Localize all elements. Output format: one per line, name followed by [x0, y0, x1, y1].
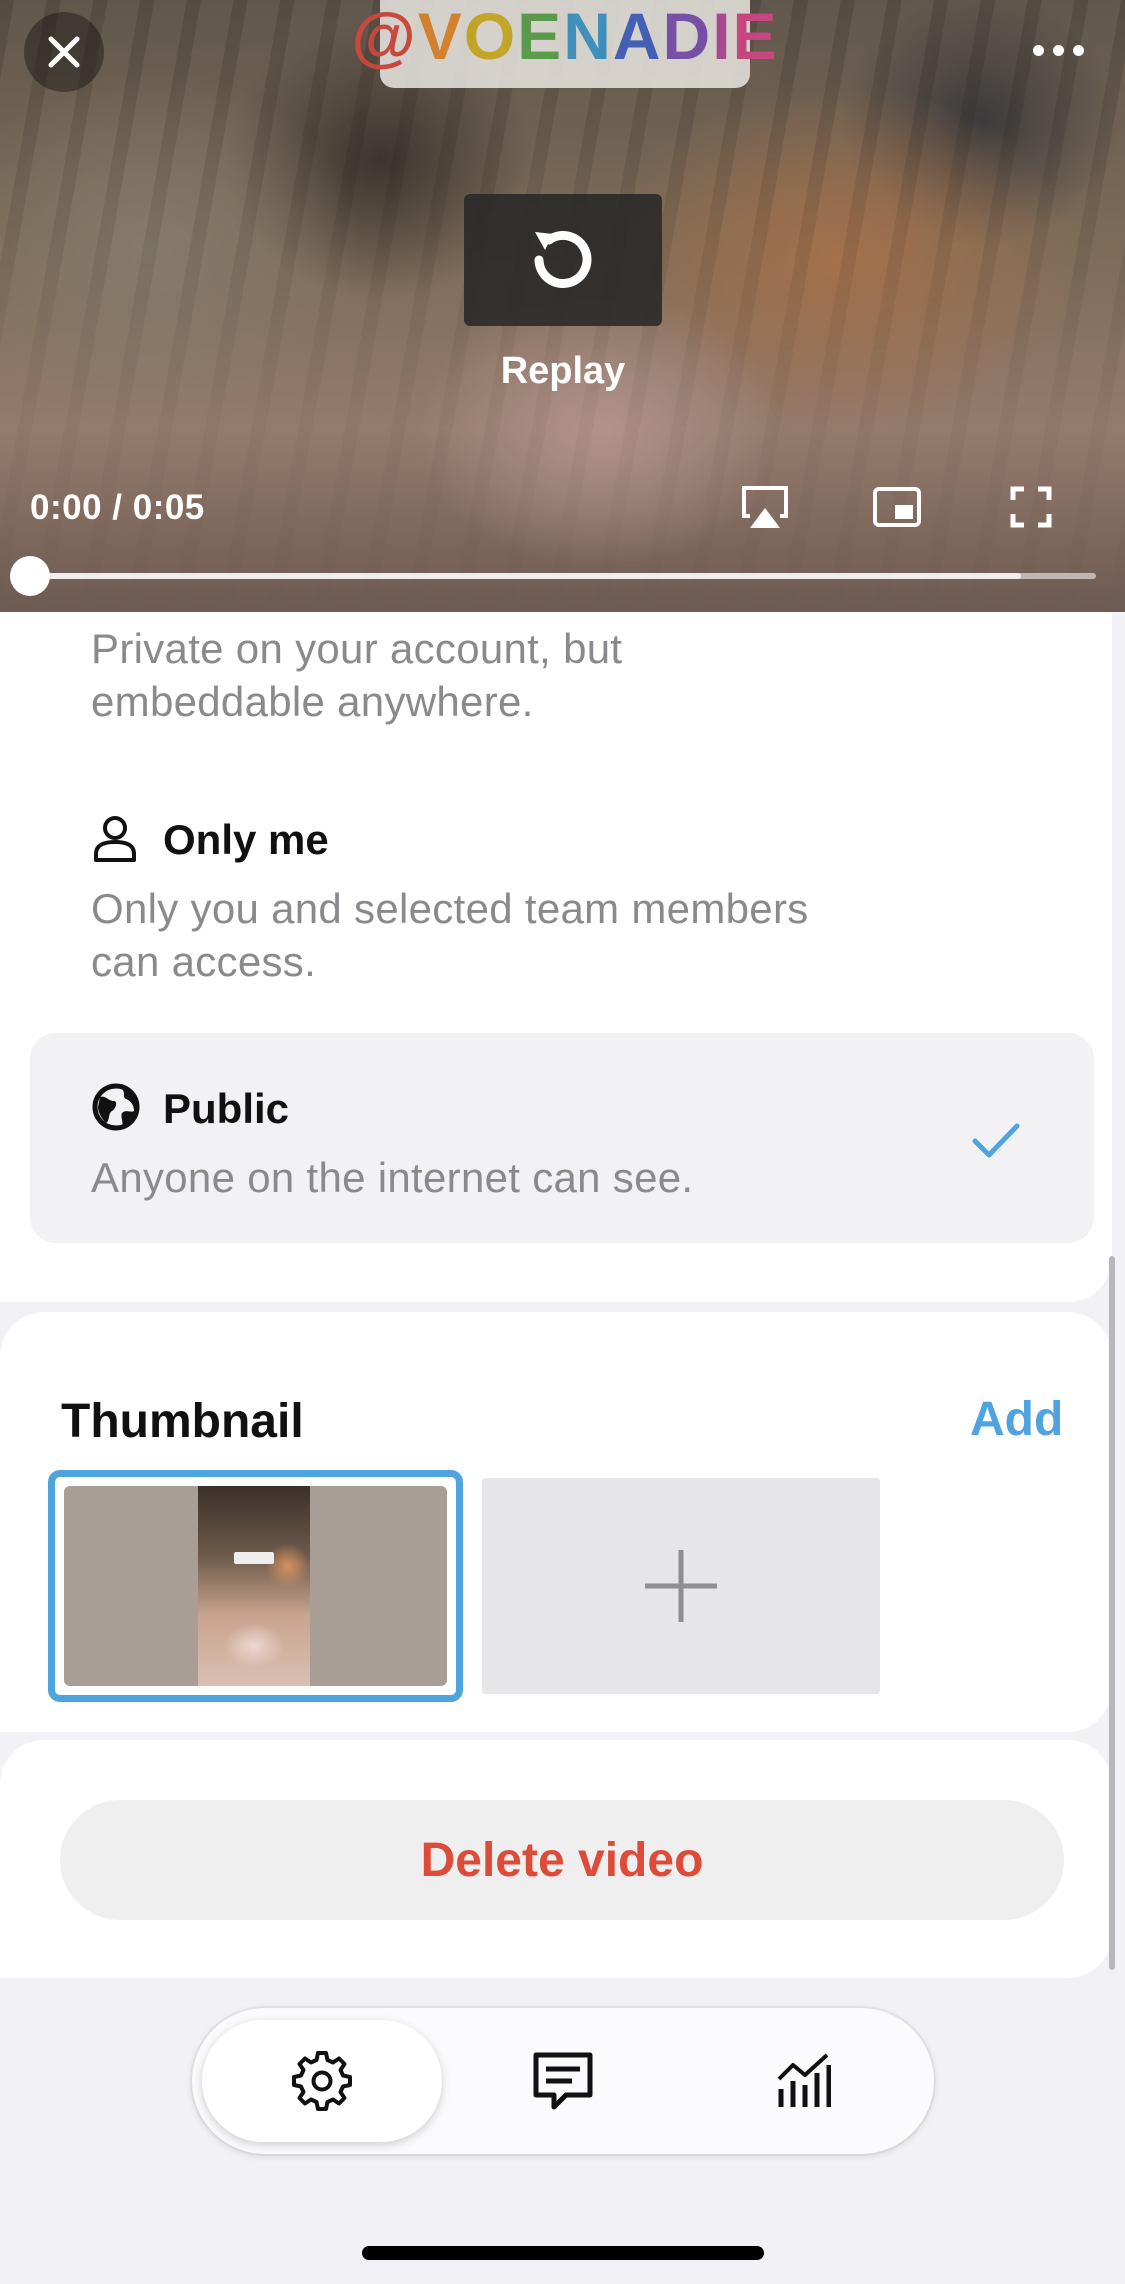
- sticker-letter: D: [662, 0, 713, 73]
- progress-bar[interactable]: [30, 573, 1096, 579]
- replay-label[interactable]: Replay: [420, 350, 706, 393]
- video-player[interactable]: @ V O E N A D I E Replay 0:00 / 0:05: [0, 0, 1125, 612]
- privacy-option-description: Anyone on the internet can see.: [91, 1154, 694, 1201]
- playback-time: 0:00 / 0:05: [30, 488, 205, 527]
- privacy-option-description: Private on your account, but embeddable …: [91, 622, 911, 728]
- checkmark-icon: [972, 1123, 1020, 1158]
- globe-icon: [92, 1083, 140, 1131]
- more-icon-dot: [1032, 44, 1044, 56]
- close-button[interactable]: [24, 12, 104, 92]
- close-icon: [48, 36, 80, 68]
- airplay-icon: [742, 486, 788, 528]
- sticker-letter: V: [417, 0, 464, 73]
- buffered-progress: [30, 573, 1021, 579]
- sticker-letter: I: [712, 0, 733, 73]
- more-icon-dot: [1052, 44, 1064, 56]
- privacy-settings-card: Private on your account, but embeddable …: [0, 612, 1112, 1302]
- airplay-button[interactable]: [730, 476, 800, 538]
- description-line: embeddable anywhere.: [91, 678, 534, 725]
- sticker-letter: E: [732, 0, 779, 73]
- tab-analytics[interactable]: [683, 2020, 923, 2142]
- add-thumbnail-link[interactable]: Add: [970, 1392, 1063, 1447]
- video-sticker: @ V O E N A D I E: [351, 0, 777, 88]
- description-line: can access.: [91, 938, 317, 985]
- picture-in-picture-icon: [873, 487, 921, 527]
- replay-button[interactable]: [464, 194, 662, 326]
- plus-icon: [645, 1550, 717, 1622]
- person-icon: [94, 816, 136, 862]
- comment-icon: [533, 2052, 593, 2110]
- progress-scrubber[interactable]: [10, 556, 50, 596]
- thumbnail-sticker: [234, 1552, 274, 1564]
- sticker-letter: A: [612, 0, 663, 73]
- bottom-tab-bar: [192, 2008, 934, 2154]
- more-icon-dot: [1072, 44, 1084, 56]
- picture-in-picture-button[interactable]: [862, 476, 932, 538]
- scrollbar[interactable]: [1109, 1256, 1115, 1970]
- thumbnail-section-title: Thumbnail: [61, 1395, 304, 1448]
- more-options-button[interactable]: [1018, 22, 1098, 78]
- replay-icon: [534, 231, 592, 288]
- thumbnail-image: [64, 1486, 447, 1686]
- add-thumbnail-tile[interactable]: [482, 1478, 880, 1694]
- privacy-option-title: Only me: [163, 816, 329, 863]
- sticker-letter: E: [517, 0, 564, 73]
- selected-thumbnail[interactable]: [48, 1470, 463, 1702]
- gear-icon: [292, 2051, 352, 2111]
- tab-settings[interactable]: [202, 2020, 442, 2142]
- fullscreen-icon: [1010, 486, 1052, 528]
- thumbnail-card: Thumbnail Add: [0, 1312, 1112, 1732]
- chart-icon: [777, 2053, 831, 2107]
- home-indicator[interactable]: [362, 2246, 764, 2260]
- sticker-letter: @: [351, 0, 418, 73]
- delete-video-button[interactable]: Delete video: [60, 1800, 1064, 1920]
- sticker-letter: O: [463, 0, 518, 73]
- privacy-option-public[interactable]: Public Anyone on the internet can see.: [30, 1033, 1094, 1243]
- description-line: Only you and selected team members: [91, 885, 809, 932]
- tab-comments[interactable]: [443, 2020, 683, 2142]
- danger-zone-card: Delete video: [0, 1740, 1112, 1978]
- fullscreen-button[interactable]: [996, 476, 1066, 538]
- privacy-option-title: Public: [163, 1085, 290, 1132]
- thumbnail-cat-image: [198, 1486, 310, 1686]
- description-line: Private on your account, but: [91, 625, 623, 672]
- sticker-letter: N: [563, 0, 613, 73]
- privacy-option-description: Only you and selected team members can a…: [91, 882, 951, 988]
